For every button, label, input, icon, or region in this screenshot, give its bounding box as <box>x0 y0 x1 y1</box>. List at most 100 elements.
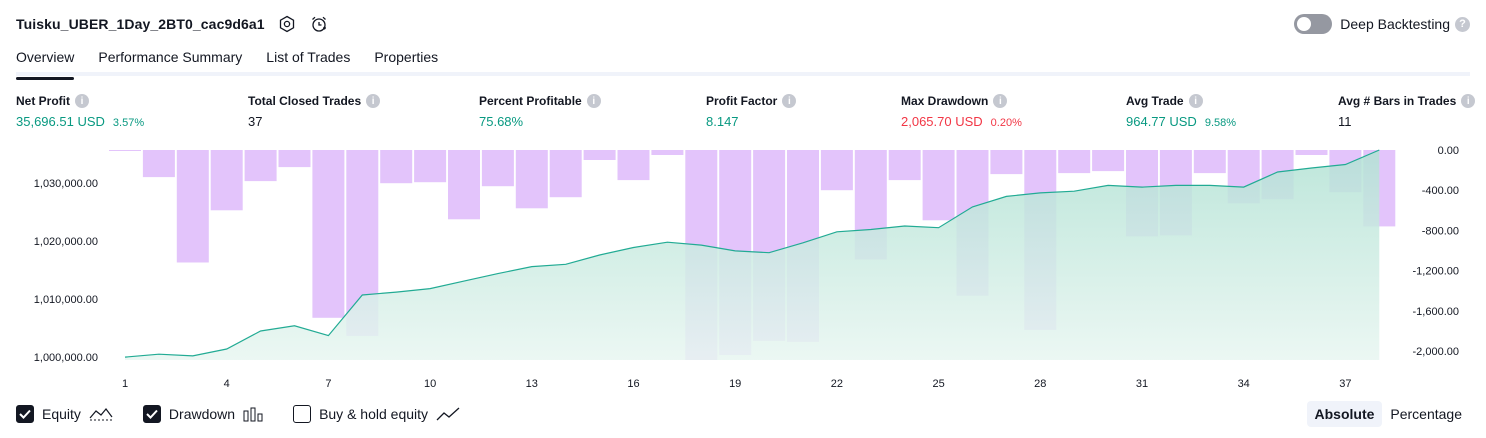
info-icon[interactable]: i <box>1461 94 1476 108</box>
right-axis-tick: -800.00 <box>1422 225 1459 237</box>
metric-value: 2,065.70 USD <box>901 114 983 129</box>
drawdown-bar <box>990 150 1023 175</box>
metric-label: Total Closed Trades <box>248 94 362 108</box>
legend-buy-hold[interactable]: Buy & hold equity <box>293 405 460 423</box>
info-icon[interactable]: i <box>782 94 797 108</box>
info-icon[interactable]: i <box>1188 94 1203 108</box>
metric-percent: 0.20% <box>990 117 1022 129</box>
x-axis-tick: 25 <box>932 378 944 390</box>
drawdown-checkbox[interactable] <box>142 405 161 423</box>
x-axis-labels: 1 4 7 10 13 16 19 22 25 28 31 34 37 <box>122 378 1352 390</box>
legend-drawdown[interactable]: Drawdown <box>142 405 263 423</box>
metric-total-closed-trades: Total Closed Trades i 37 <box>248 93 381 129</box>
drawdown-bar <box>583 150 616 160</box>
metric-value: 11 <box>1338 114 1352 129</box>
drawdown-bar <box>651 150 684 155</box>
metric-percent: 9.58% <box>1204 117 1237 129</box>
legend-label: Equity <box>42 406 81 422</box>
tab-list-of-trades[interactable]: List of Trades <box>266 44 350 76</box>
metric-value: 35,696.51 USD <box>16 114 105 129</box>
metric-label: Profit Factor <box>706 94 778 108</box>
right-axis-tick: -1,200.00 <box>1413 266 1459 278</box>
drawdown-bar <box>1193 150 1226 174</box>
metric-value: 964.77 USD <box>1126 114 1197 129</box>
left-axis-tick: 1,020,000.00 <box>34 236 98 248</box>
drawdown-bar <box>312 150 345 318</box>
x-axis-tick: 19 <box>729 378 741 390</box>
drawdown-bar <box>1058 150 1091 174</box>
drawdown-bar <box>481 150 514 187</box>
drawdown-bar <box>176 150 209 263</box>
metric-percent: 3.57% <box>112 117 145 129</box>
absolute-button[interactable]: Absolute <box>1306 401 1383 427</box>
metric-label: Max Drawdown <box>901 94 989 108</box>
metric-label: Net Profit <box>16 94 70 108</box>
x-axis-tick: 1 <box>122 378 128 390</box>
metric-avg-bars: Avg # Bars in Trades i 11 <box>1338 93 1476 129</box>
metric-label: Avg Trade <box>1126 94 1184 108</box>
info-icon[interactable]: i <box>75 94 89 108</box>
metric-value: 8.147 <box>706 114 739 129</box>
metric-value: 37 <box>248 114 263 129</box>
tab-bar: Overview Performance Summary List of Tra… <box>16 44 1470 80</box>
deep-backtesting-toggle[interactable] <box>1294 14 1333 34</box>
settings-hex-icon[interactable] <box>277 14 297 34</box>
x-axis-tick: 31 <box>1136 378 1148 390</box>
x-axis-tick: 7 <box>325 378 331 390</box>
x-axis-tick: 4 <box>224 378 230 390</box>
right-axis-tick: -400.00 <box>1422 185 1459 197</box>
metric-percent-profitable: Percent Profitable i 75.68% <box>479 93 601 129</box>
drawdown-bar <box>142 150 175 178</box>
drawdown-bar <box>1092 150 1125 172</box>
drawdown-bar <box>617 150 650 181</box>
info-icon[interactable]: i <box>586 94 601 108</box>
right-axis-tick: -2,000.00 <box>1413 346 1459 358</box>
equity-checkbox[interactable] <box>16 405 34 423</box>
drawdown-bar <box>244 150 277 182</box>
help-icon[interactable]: ? <box>1455 16 1470 32</box>
info-icon[interactable]: i <box>993 94 1008 108</box>
metric-net-profit: Net Profit i 35,696.51 USD 3.57% <box>16 93 144 129</box>
chart-legend: Equity Drawdown Buy & hold equity <box>16 403 490 425</box>
x-axis-tick: 10 <box>424 378 436 390</box>
metric-max-drawdown: Max Drawdown i 2,065.70 USD 0.20% <box>901 93 1022 129</box>
tab-overview[interactable]: Overview <box>16 44 75 80</box>
metric-label: Percent Profitable <box>479 94 582 108</box>
drawdown-bar <box>448 150 480 220</box>
metric-label: Avg # Bars in Trades <box>1338 94 1457 108</box>
drawdown-bar <box>414 150 447 183</box>
x-axis-tick: 22 <box>831 378 843 390</box>
left-axis-labels: 1,000,000.00 1,010,000.00 1,020,000.00 1,03… <box>34 178 98 364</box>
deep-backtesting-label: Deep Backtesting <box>1340 16 1450 32</box>
left-axis-tick: 1,030,000.00 <box>34 178 98 190</box>
bars-icon <box>243 406 263 422</box>
percentage-button[interactable]: Percentage <box>1382 401 1470 427</box>
legend-label: Drawdown <box>168 406 236 422</box>
equity-drawdown-chart[interactable]: 1,000,000.00 1,010,000.00 1,020,000.00 1,03… <box>0 140 1486 395</box>
tab-performance-summary[interactable]: Performance Summary <box>98 44 242 76</box>
info-icon[interactable]: i <box>366 94 381 108</box>
strategy-title: Tuisku_UBER_1Day_2BT0_cac9d6a1 <box>16 16 265 32</box>
metric-avg-trade: Avg Trade i 964.77 USD 9.58% <box>1126 93 1236 129</box>
trend-line-icon <box>436 406 460 422</box>
drawdown-bar <box>109 150 141 151</box>
tab-properties[interactable]: Properties <box>374 44 438 76</box>
metrics-row: Net Profit i 35,696.51 USD 3.57% Total Clo… <box>0 93 1486 133</box>
alarm-clock-icon[interactable] <box>309 14 329 34</box>
drawdown-bar <box>922 150 955 221</box>
x-axis-tick: 16 <box>627 378 639 390</box>
right-axis-labels: 0.00 -400.00 -800.00 -1,200.00 -1,600.00 -2,0… <box>1413 145 1459 358</box>
drawdown-bar <box>1295 150 1328 155</box>
right-axis-tick: -1,600.00 <box>1413 306 1459 318</box>
legend-equity[interactable]: Equity <box>16 405 113 423</box>
buy-hold-checkbox[interactable] <box>293 405 312 423</box>
drawdown-bar <box>515 150 548 209</box>
x-axis-tick: 28 <box>1034 378 1046 390</box>
drawdown-bar <box>820 150 853 191</box>
metric-value: 75.68% <box>479 114 524 129</box>
drawdown-bar <box>549 150 582 198</box>
right-axis-tick: 0.00 <box>1438 145 1459 157</box>
metric-profit-factor: Profit Factor i 8.147 <box>706 93 797 129</box>
deep-backtesting: Deep Backtesting ? <box>1294 12 1470 36</box>
value-mode-switch: Absolute Percentage <box>1306 401 1471 427</box>
